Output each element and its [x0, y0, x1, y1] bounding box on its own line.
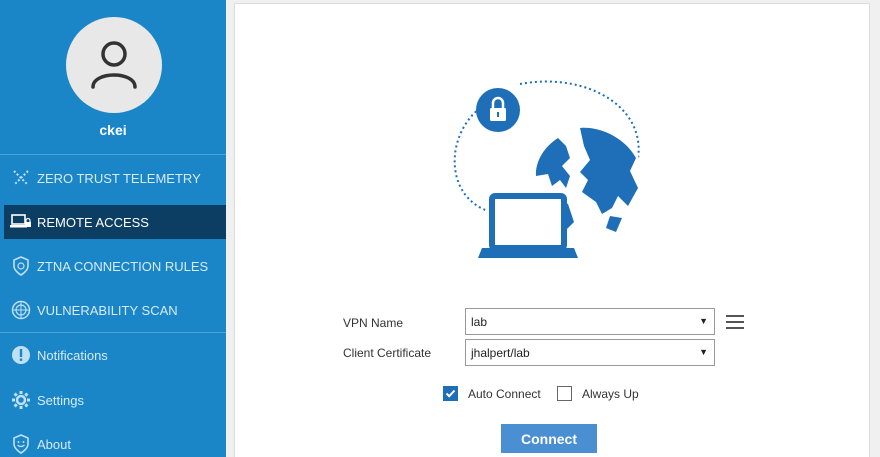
nav-item-label: About — [37, 436, 71, 452]
radar-icon — [10, 299, 32, 321]
nav-item-label: Notifications — [37, 347, 108, 363]
nav-item-vulnerability-scan[interactable]: VULNERABILITY SCAN — [0, 293, 226, 327]
username: ckei — [99, 122, 127, 138]
nav-item-zero-trust-telemetry[interactable]: ZERO TRUST TELEMETRY — [0, 161, 226, 195]
nav-item-label: Settings — [37, 392, 84, 408]
vpn-name-value: lab — [471, 314, 488, 329]
shield-fingerprint-icon — [10, 255, 32, 277]
laptop-lock-icon — [10, 211, 32, 233]
auto-connect-label: Auto Connect — [468, 387, 541, 401]
gear-icon — [10, 389, 32, 411]
nav-item-notifications[interactable]: Notifications — [0, 338, 226, 372]
nav-item-settings[interactable]: Settings — [0, 383, 226, 417]
dropdown-arrow-icon: ▼ — [699, 347, 708, 357]
connect-button[interactable]: Connect — [501, 424, 597, 453]
exclamation-icon — [10, 344, 32, 366]
nav-item-label: ZTNA CONNECTION RULES — [37, 258, 209, 274]
nav-item-ztna-connection-rules[interactable]: ZTNA CONNECTION RULES — [0, 249, 226, 283]
vpn-illustration — [453, 80, 644, 258]
auto-connect-checkbox[interactable] — [443, 386, 458, 401]
nav-item-label: REMOTE ACCESS — [37, 214, 149, 230]
always-up-label: Always Up — [582, 387, 639, 401]
shield-smile-icon — [10, 433, 32, 455]
lock-icon — [476, 88, 520, 132]
avatar[interactable] — [66, 17, 162, 113]
laptop-icon — [478, 193, 578, 258]
hamburger-menu-icon[interactable] — [726, 315, 744, 329]
nav-item-remote-access[interactable]: REMOTE ACCESS — [4, 205, 226, 239]
sidebar: ckei ZERO TRUST TELEMETRY REMOTE ACCESS … — [0, 0, 226, 457]
checkmark-icon — [445, 389, 456, 398]
nav-item-about[interactable]: About — [0, 427, 226, 457]
client-certificate-label: Client Certificate — [343, 346, 432, 360]
divider — [0, 154, 226, 155]
nav-item-label: ZERO TRUST TELEMETRY — [37, 170, 201, 186]
client-certificate-value: jhalpert/lab — [471, 345, 530, 360]
dropdown-arrow-icon: ▼ — [699, 316, 708, 326]
nav-item-label: VULNERABILITY SCAN — [37, 302, 178, 318]
client-certificate-select[interactable]: jhalpert/lab ▼ — [465, 339, 715, 366]
vpn-name-label: VPN Name — [343, 316, 404, 330]
user-icon — [91, 41, 137, 89]
vpn-name-select[interactable]: lab ▼ — [465, 308, 715, 335]
always-up-checkbox[interactable] — [557, 386, 572, 401]
divider — [0, 332, 226, 333]
telemetry-icon — [10, 167, 32, 189]
